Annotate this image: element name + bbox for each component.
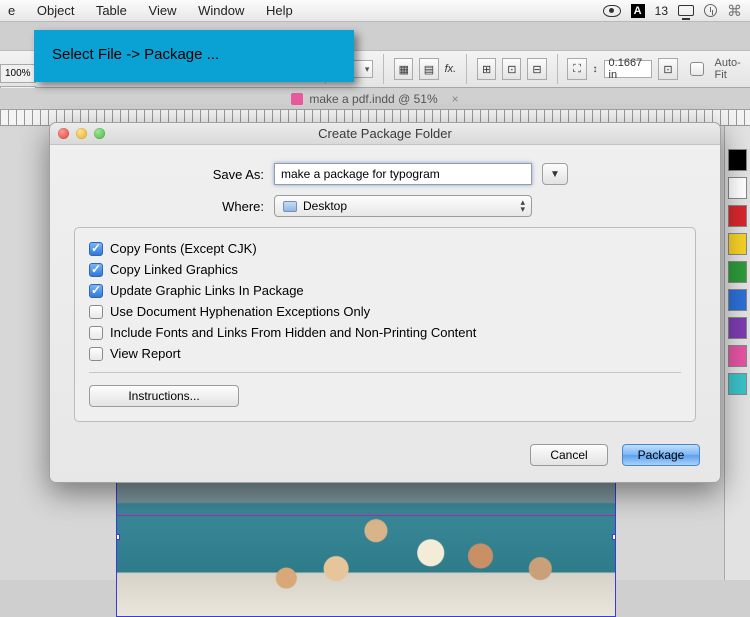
updown-icon: ▴▾ [520, 199, 525, 213]
crop-icon[interactable]: ⛶ [567, 58, 586, 80]
resize-handle[interactable] [612, 534, 616, 540]
instructions-button[interactable]: Instructions... [89, 385, 239, 407]
menu-item[interactable]: Table [96, 3, 127, 18]
option-row[interactable]: Include Fonts and Links From Hidden and … [89, 322, 681, 343]
package-options: Copy Fonts (Except CJK) Copy Linked Graph… [74, 227, 696, 422]
right-panel-dock[interactable] [724, 126, 750, 580]
eye-icon[interactable] [603, 5, 621, 17]
where-select[interactable]: Desktop ▴▾ [274, 195, 532, 217]
menubar-status: A 13 ⌘ [603, 2, 742, 20]
toolbar-btn[interactable]: ⊞ [477, 58, 496, 80]
swatch[interactable] [728, 205, 747, 227]
adobe-icon[interactable]: A [631, 4, 645, 18]
separator [383, 54, 384, 84]
swatch[interactable] [728, 177, 747, 199]
where-value: Desktop [303, 199, 347, 213]
package-button[interactable]: Package [622, 444, 700, 466]
autofit-label: Auto-Fit [715, 57, 744, 81]
zoom-field[interactable]: 100% [0, 64, 36, 83]
separator [466, 54, 467, 84]
dimension-field[interactable]: 0.1667 in [604, 60, 653, 78]
instruction-callout: Select File -> Package ... [34, 30, 354, 82]
option-label: Include Fonts and Links From Hidden and … [110, 325, 476, 340]
autofit-checkbox[interactable] [690, 62, 704, 76]
dialog-titlebar[interactable]: Create Package Folder [50, 123, 720, 145]
adobe-count: 13 [655, 4, 668, 18]
history-dropdown-button[interactable]: ▼ [542, 163, 568, 185]
menu-item[interactable]: View [149, 3, 177, 18]
mac-menubar: e Object Table View Window Help A 13 ⌘ [0, 0, 750, 22]
divider [89, 372, 681, 373]
menu-item[interactable]: Object [37, 3, 75, 18]
option-row[interactable]: Copy Fonts (Except CJK) [89, 238, 681, 259]
menu-item[interactable]: e [8, 3, 15, 18]
swatch[interactable] [728, 345, 747, 367]
checkbox[interactable] [89, 326, 103, 340]
swatch[interactable] [728, 233, 747, 255]
checkbox[interactable] [89, 263, 103, 277]
resize-handle[interactable] [116, 534, 120, 540]
option-label: Use Document Hyphenation Exceptions Only [110, 304, 370, 319]
instruction-text: Select File -> Package ... [52, 46, 219, 63]
swatch[interactable] [728, 373, 747, 395]
swatch[interactable] [728, 289, 747, 311]
option-label: View Report [110, 346, 181, 361]
folder-icon [283, 201, 297, 212]
document-name[interactable]: make a pdf.indd @ 51% [309, 92, 437, 106]
option-row[interactable]: Use Document Hyphenation Exceptions Only [89, 301, 681, 322]
fx-label: fx. [445, 63, 457, 75]
checkbox[interactable] [89, 305, 103, 319]
dialog-footer: Cancel Package [50, 438, 720, 482]
option-row[interactable]: Update Graphic Links In Package [89, 280, 681, 301]
where-label: Where: [74, 199, 274, 214]
option-row[interactable]: Copy Linked Graphics [89, 259, 681, 280]
checkbox[interactable] [89, 347, 103, 361]
swatch[interactable] [728, 317, 747, 339]
checkbox[interactable] [89, 242, 103, 256]
document-tab-bar: make a pdf.indd @ 51% × [0, 88, 750, 110]
close-tab-icon[interactable]: × [452, 92, 459, 106]
create-package-dialog: Create Package Folder Save As: ▼ Where: … [49, 122, 721, 483]
swatch[interactable] [728, 261, 747, 283]
checkbox[interactable] [89, 284, 103, 298]
app-menu[interactable]: e Object Table View Window Help [8, 3, 311, 18]
cancel-button[interactable]: Cancel [530, 444, 608, 466]
clock-icon[interactable] [704, 4, 717, 17]
toolbar-btn[interactable]: ▤ [419, 58, 438, 80]
option-label: Copy Linked Graphics [110, 262, 238, 277]
option-label: Update Graphic Links In Package [110, 283, 304, 298]
bluetooth-icon[interactable]: ⌘ [727, 2, 742, 20]
toolbar-btn[interactable]: ⊡ [502, 58, 521, 80]
save-as-input[interactable] [274, 163, 532, 185]
dialog-title: Create Package Folder [50, 126, 720, 141]
option-row[interactable]: View Report [89, 343, 681, 364]
swatch[interactable] [728, 149, 747, 171]
display-icon[interactable] [678, 5, 694, 16]
save-as-label: Save As: [74, 167, 274, 182]
separator [557, 54, 558, 84]
toolbar-btn[interactable]: ⊡ [658, 58, 677, 80]
menu-item[interactable]: Help [266, 3, 293, 18]
toolbar-btn[interactable]: ▦ [394, 58, 413, 80]
toolbar-btn[interactable]: ⊟ [527, 58, 546, 80]
option-label: Copy Fonts (Except CJK) [110, 241, 257, 256]
menu-item[interactable]: Window [198, 3, 244, 18]
indesign-doc-icon [291, 93, 303, 105]
